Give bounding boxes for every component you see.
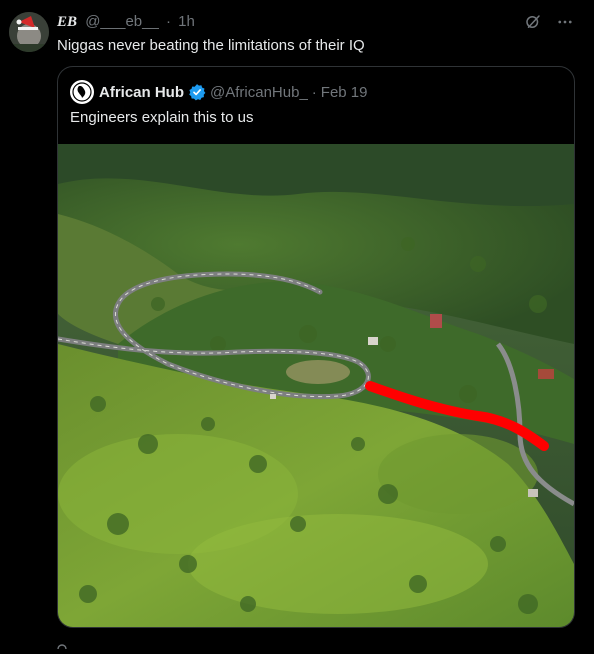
quote-date[interactable]: Feb 19 [321, 84, 368, 101]
header-actions [524, 13, 574, 31]
quote-separator: · [311, 83, 317, 101]
quote-avatar[interactable] [70, 80, 94, 104]
tweet[interactable]: EB @___eb__ · 1h Niggas never beating th… [0, 0, 594, 654]
user-avatar[interactable] [9, 12, 49, 52]
tweet-text: Niggas never beating the limitations of … [57, 37, 365, 54]
more-icon[interactable] [556, 13, 574, 31]
user-handle[interactable]: @___eb__ [85, 13, 159, 30]
quote-header: African Hub @AfricanHub_ · Feb 19 [70, 80, 368, 104]
tweet-header: EB @___eb__ · 1h [57, 13, 574, 31]
quote-display-name[interactable]: African Hub [99, 84, 184, 101]
verified-badge-icon [188, 83, 206, 101]
grok-icon[interactable] [524, 13, 542, 31]
quoted-tweet[interactable]: African Hub @AfricanHub_ · Feb 19 Engine… [57, 66, 575, 628]
quote-handle[interactable]: @AfricanHub_ [210, 84, 308, 101]
quote-text: Engineers explain this to us [70, 109, 254, 126]
display-name[interactable]: EB [57, 14, 77, 30]
tweet-timestamp[interactable]: 1h [178, 13, 195, 30]
reply-stub [57, 636, 67, 654]
quote-photo[interactable] [58, 144, 574, 627]
separator-dot: · [165, 13, 171, 30]
